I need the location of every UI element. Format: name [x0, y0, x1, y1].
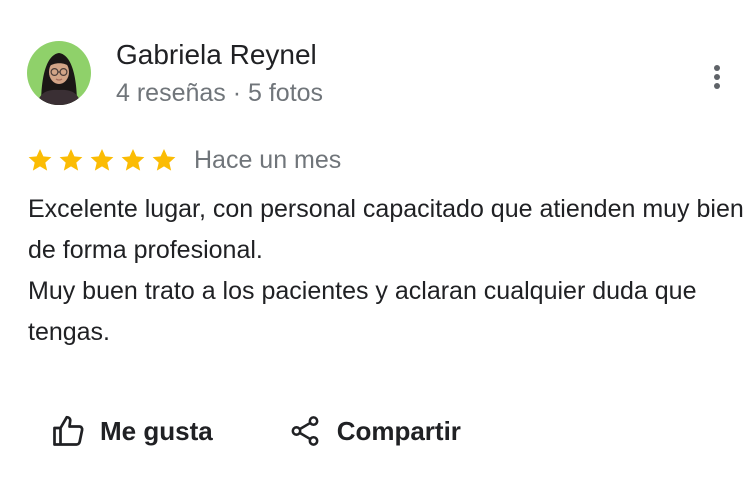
like-label: Me gusta — [100, 415, 213, 446]
avatar-photo — [27, 41, 91, 105]
star-icon — [90, 148, 114, 171]
author-meta: 4 reseñas · 5 fotos — [116, 79, 324, 107]
more-options-button[interactable] — [700, 58, 734, 98]
more-vertical-icon — [714, 65, 720, 89]
author-name[interactable]: Gabriela Reynel — [116, 36, 317, 74]
star-rating — [27, 147, 182, 173]
star-icon — [59, 148, 83, 171]
share-label: Compartir — [336, 415, 461, 446]
share-button[interactable]: Compartir — [285, 408, 461, 454]
thumb-up-icon — [48, 411, 88, 451]
review-text: Excelente lugar, con personal capacitado… — [28, 195, 744, 346]
review-date: Hace un mes — [194, 146, 342, 174]
rating-row: Hace un mes — [27, 143, 341, 177]
share-icon — [285, 411, 325, 451]
star-icon — [152, 148, 176, 171]
review-actions: Me gusta Compartir — [48, 408, 461, 454]
avatar[interactable] — [27, 41, 91, 105]
star-icon — [28, 148, 52, 171]
star-icon — [121, 148, 145, 171]
like-button[interactable]: Me gusta — [48, 408, 213, 454]
